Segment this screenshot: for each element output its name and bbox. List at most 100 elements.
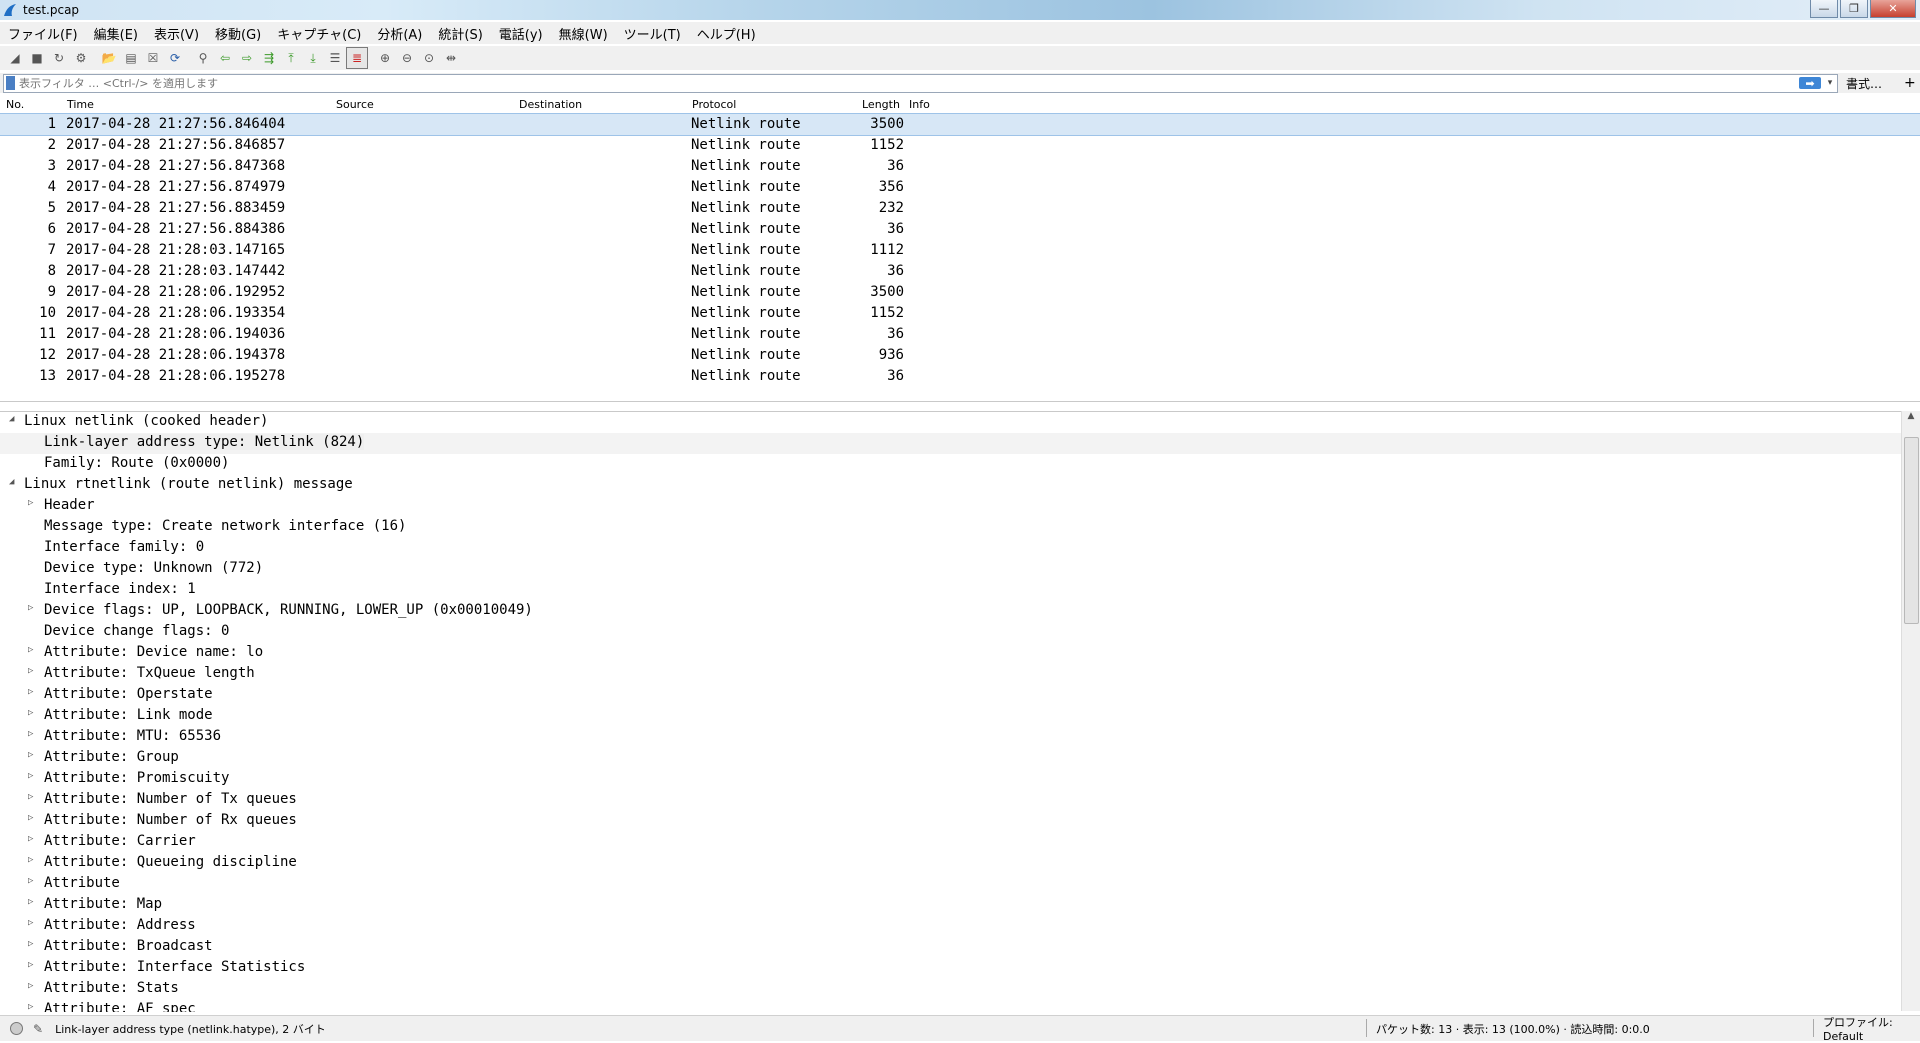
add-filter-button[interactable]: + — [1904, 75, 1916, 91]
collapsed-arrow-icon[interactable]: ▷ — [28, 603, 33, 613]
collapsed-arrow-icon[interactable]: ▷ — [28, 918, 33, 928]
collapsed-arrow-icon[interactable]: ▷ — [28, 981, 33, 991]
collapsed-arrow-icon[interactable]: ▷ — [28, 750, 33, 760]
column-no[interactable]: No. — [6, 98, 24, 111]
stop-capture-icon[interactable]: ■ — [26, 47, 48, 69]
detail-tree-item[interactable]: ▷ Attribute: Device name: lo — [0, 643, 1920, 664]
detail-tree-item[interactable]: ▷ Attribute: TxQueue length — [0, 664, 1920, 685]
detail-tree-item[interactable]: Device type: Unknown (772) — [0, 559, 1920, 580]
detail-tree-item[interactable]: Device change flags: 0 — [0, 622, 1920, 643]
close-icon[interactable]: ✕ — [1870, 0, 1916, 18]
filter-history-dropdown-icon[interactable]: ▾ — [1823, 78, 1837, 88]
reload-file-icon[interactable]: ⟳ — [164, 47, 186, 69]
detail-tree-item[interactable]: ▷ Device flags: UP, LOOPBACK, RUNNING, LO… — [0, 601, 1920, 622]
restart-capture-icon[interactable]: ↻ — [48, 47, 70, 69]
zoom-in-icon[interactable]: ⊕ — [374, 47, 396, 69]
first-packet-icon[interactable]: ⤒ — [280, 47, 302, 69]
detail-tree-item[interactable]: Link-layer address type: Netlink (824) — [0, 433, 1920, 454]
column-destination[interactable]: Destination — [519, 98, 582, 111]
collapsed-arrow-icon[interactable]: ▷ — [28, 687, 33, 697]
last-packet-icon[interactable]: ⤓ — [302, 47, 324, 69]
detail-tree-item[interactable]: ▷ Attribute: Promiscuity — [0, 769, 1920, 790]
collapsed-arrow-icon[interactable]: ▷ — [28, 708, 33, 718]
scrollbar-thumb[interactable] — [1904, 437, 1919, 624]
detail-tree-item[interactable]: Message type: Create network interface (… — [0, 517, 1920, 538]
profile-status[interactable]: プロファイル: Default — [1823, 1014, 1920, 1043]
collapsed-arrow-icon[interactable]: ▷ — [28, 960, 33, 970]
detail-tree-item[interactable]: Family: Route (0x0000) — [0, 454, 1920, 475]
normal-size-icon[interactable]: ⊙ — [418, 47, 440, 69]
detail-tree-item[interactable]: ▷ Attribute: Carrier — [0, 832, 1920, 853]
collapsed-arrow-icon[interactable]: ▷ — [28, 897, 33, 907]
expert-info-indicator-icon[interactable] — [10, 1022, 23, 1035]
detail-tree-item[interactable]: ◢ Linux netlink (cooked header) — [0, 412, 1920, 433]
collapsed-arrow-icon[interactable]: ▷ — [28, 792, 33, 802]
detail-tree-item[interactable]: ▷ Attribute: Number of Tx queues — [0, 790, 1920, 811]
detail-tree-item[interactable]: ◢ Linux rtnetlink (route netlink) message — [0, 475, 1920, 496]
menu-statistics[interactable]: 統計(S) — [430, 24, 490, 43]
packet-row[interactable]: 10 2017-04-28 21:28:06.193354 Netlink ro… — [0, 303, 1920, 324]
collapsed-arrow-icon[interactable]: ▷ — [28, 813, 33, 823]
detail-tree-item[interactable]: ▷ Attribute: AF_spec — [0, 1000, 1920, 1012]
filter-bookmark-icon[interactable] — [6, 76, 15, 90]
collapsed-arrow-icon[interactable]: ▷ — [28, 498, 33, 508]
collapsed-arrow-icon[interactable]: ▷ — [28, 666, 33, 676]
column-protocol[interactable]: Protocol — [692, 98, 736, 111]
close-file-icon[interactable]: ☒ — [142, 47, 164, 69]
packet-row[interactable]: 9 2017-04-28 21:28:06.192952 Netlink rou… — [0, 282, 1920, 303]
restore-icon[interactable]: ❐ — [1840, 0, 1868, 18]
detail-tree-item[interactable]: ▷ Attribute: Broadcast — [0, 937, 1920, 958]
menu-analyze[interactable]: 分析(A) — [369, 24, 430, 43]
packet-row[interactable]: 3 2017-04-28 21:27:56.847368 Netlink rou… — [0, 156, 1920, 177]
collapsed-arrow-icon[interactable]: ▷ — [28, 645, 33, 655]
colorize-list-icon[interactable]: ≣ — [346, 47, 368, 69]
collapsed-arrow-icon[interactable]: ▷ — [28, 939, 33, 949]
detail-tree-item[interactable]: ▷ Attribute — [0, 874, 1920, 895]
collapsed-arrow-icon[interactable]: ▷ — [28, 834, 33, 844]
menu-view[interactable]: 表示(V) — [146, 24, 207, 43]
collapsed-arrow-icon[interactable]: ▷ — [28, 729, 33, 739]
menu-go[interactable]: 移動(G) — [207, 24, 269, 43]
expanded-arrow-icon[interactable]: ◢ — [9, 477, 14, 487]
collapsed-arrow-icon[interactable]: ▷ — [28, 1002, 33, 1012]
column-length[interactable]: Length — [862, 98, 900, 111]
detail-tree-item[interactable]: ▷ Attribute: Operstate — [0, 685, 1920, 706]
column-info[interactable]: Info — [909, 98, 930, 111]
menu-tools[interactable]: ツール(T) — [616, 24, 689, 43]
menu-wireless[interactable]: 無線(W) — [551, 24, 616, 43]
filter-expression-button[interactable]: 書式… — [1846, 75, 1882, 92]
scroll-up-arrow-icon[interactable]: ▲ — [1902, 411, 1920, 427]
go-to-packet-icon[interactable]: ⇶ — [258, 47, 280, 69]
column-time[interactable]: Time — [67, 98, 94, 111]
packet-row[interactable]: 12 2017-04-28 21:28:06.194378 Netlink ro… — [0, 345, 1920, 366]
capture-comment-edit-icon[interactable]: ✎ — [33, 1022, 43, 1036]
detail-tree-item[interactable]: Interface family: 0 — [0, 538, 1920, 559]
save-file-icon[interactable]: ▤ — [120, 47, 142, 69]
collapsed-arrow-icon[interactable]: ▷ — [28, 876, 33, 886]
packet-row[interactable]: 2 2017-04-28 21:27:56.846857 Netlink rou… — [0, 135, 1920, 156]
zoom-out-icon[interactable]: ⊖ — [396, 47, 418, 69]
packet-row[interactable]: 5 2017-04-28 21:27:56.883459 Netlink rou… — [0, 198, 1920, 219]
packet-row[interactable]: 8 2017-04-28 21:28:03.147442 Netlink rou… — [0, 261, 1920, 282]
packet-row[interactable]: 4 2017-04-28 21:27:56.874979 Netlink rou… — [0, 177, 1920, 198]
menu-telephony[interactable]: 電話(y) — [491, 24, 551, 43]
detail-tree-item[interactable]: ▷ Attribute: Stats — [0, 979, 1920, 1000]
detail-tree-item[interactable]: ▷ Attribute: Group — [0, 748, 1920, 769]
detail-tree-item[interactable]: ▷ Attribute: Number of Rx queues — [0, 811, 1920, 832]
resize-columns-icon[interactable]: ⇹ — [440, 47, 462, 69]
go-forward-arrow-icon[interactable]: ⇨ — [236, 47, 258, 69]
menu-capture[interactable]: キャプチャ(C) — [269, 24, 369, 43]
menu-help[interactable]: ヘルプ(H) — [689, 24, 764, 43]
auto-scroll-icon[interactable]: ☰ — [324, 47, 346, 69]
packet-row[interactable]: 13 2017-04-28 21:28:06.195278 Netlink ro… — [0, 366, 1920, 387]
packet-row[interactable]: 6 2017-04-28 21:27:56.884386 Netlink rou… — [0, 219, 1920, 240]
collapsed-arrow-icon[interactable]: ▷ — [28, 771, 33, 781]
start-capture-fin-icon[interactable]: ◢ — [4, 47, 26, 69]
detail-tree-item[interactable]: ▷ Attribute: Map — [0, 895, 1920, 916]
detail-tree-item[interactable]: ▷ Header — [0, 496, 1920, 517]
menu-edit[interactable]: 編集(E) — [86, 24, 146, 43]
details-scrollbar[interactable]: ▲ — [1901, 411, 1920, 1011]
menu-file[interactable]: ファイル(F) — [0, 24, 86, 43]
packet-row[interactable]: 11 2017-04-28 21:28:06.194036 Netlink ro… — [0, 324, 1920, 345]
detail-tree-item[interactable]: ▷ Attribute: Address — [0, 916, 1920, 937]
